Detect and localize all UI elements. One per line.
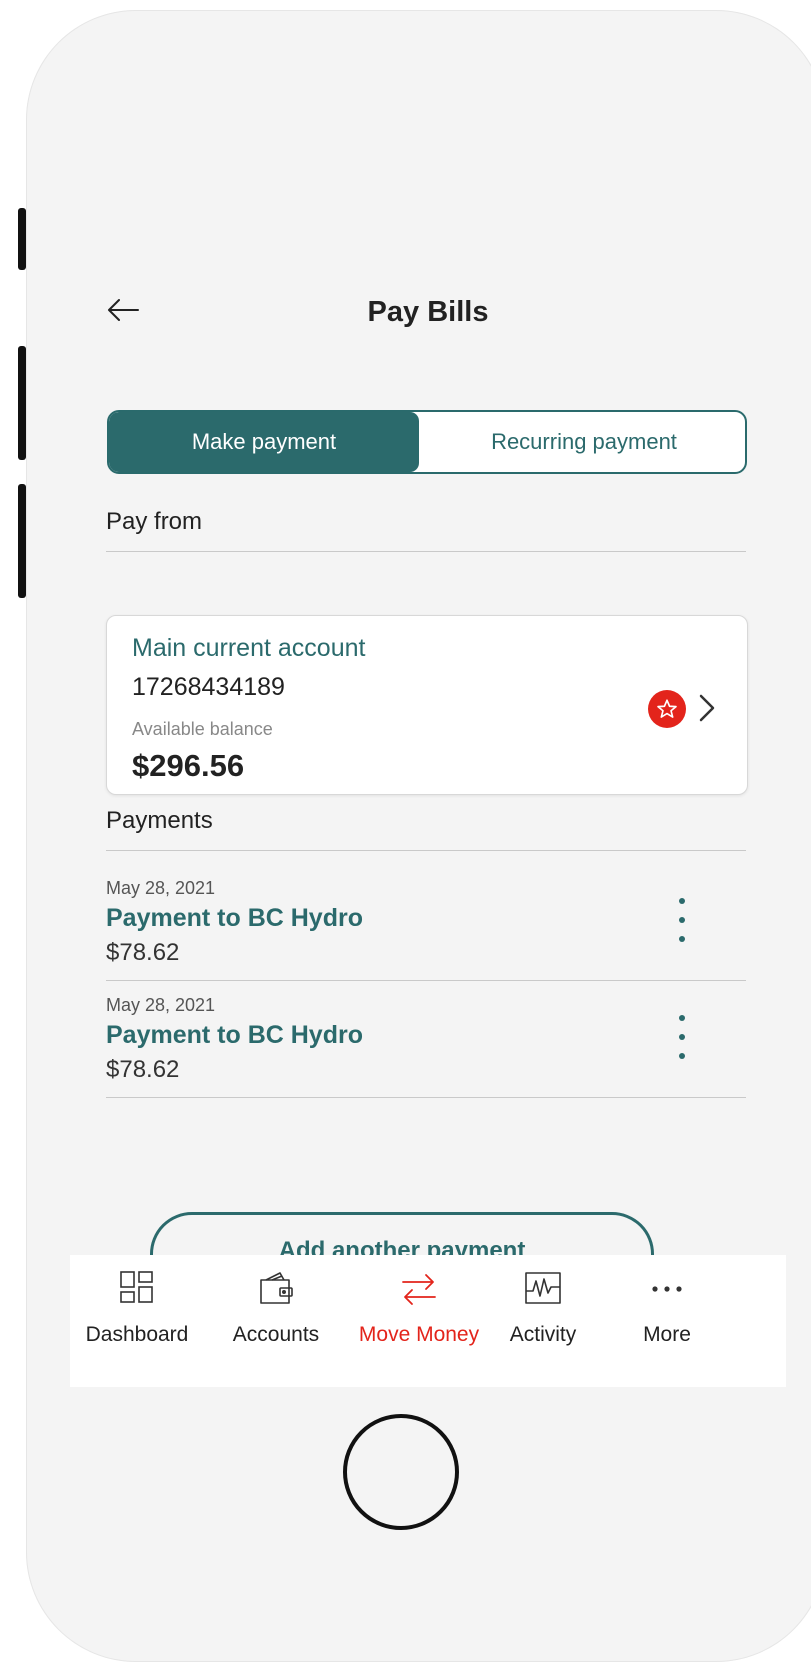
pay-from-label: Pay from [106,508,203,535]
transfer-icon [402,1274,436,1305]
payment-amount: $78.62 [106,939,180,966]
tab-more[interactable]: More [597,1255,737,1387]
more-options-icon[interactable] [672,1015,692,1059]
payment-title[interactable]: Payment to BC Hydro [106,904,363,933]
tab-label: Activity [509,1323,577,1346]
payment-amount: $78.62 [106,1056,180,1083]
activity-icon [525,1272,561,1304]
payment-date: May 28, 2021 [106,878,216,898]
tab-accounts[interactable]: Accounts [206,1255,346,1387]
page-title: Pay Bills [367,296,489,328]
payment-divider [106,980,746,981]
tab-label: More [643,1323,691,1346]
tab-dashboard[interactable]: Dashboard [70,1255,207,1387]
payment-item: May 28, 2021 Payment to BC Hydro $78.62 [106,995,746,1105]
pay-from-divider [106,551,746,552]
payments-divider [106,850,746,851]
volume-up-button[interactable] [18,346,26,460]
tab-label: Accounts [232,1323,320,1346]
balance-amount: $296.56 [132,748,245,783]
wallet-icon [260,1272,293,1304]
more-options-icon[interactable] [672,898,692,942]
tab-activity[interactable]: Activity [473,1255,613,1387]
star-icon [648,690,686,728]
balance-label: Available balance [132,719,273,739]
more-icon [652,1286,682,1292]
tab-label: Dashboard [85,1323,189,1346]
account-card[interactable]: Main current account 17268434189 Availab… [106,615,748,795]
volume-down-button[interactable] [18,484,26,598]
tab-make-payment[interactable]: Make payment [109,412,419,472]
tab-move-money[interactable]: Move Money [349,1255,489,1387]
account-name: Main current account [132,634,366,662]
bottom-tab-bar: Dashboard Accounts Move Money Activity M… [70,1255,786,1387]
tab-recurring-payment[interactable]: Recurring payment [419,412,745,472]
app-screen: Pay Bills Make payment Recurring payment… [70,210,786,1475]
dashboard-icon [120,1271,153,1303]
payment-item: May 28, 2021 Payment to BC Hydro $78.62 [106,878,746,988]
tab-label: Move Money [358,1323,480,1346]
payment-date: May 28, 2021 [106,995,216,1015]
payment-title[interactable]: Payment to BC Hydro [106,1021,363,1050]
home-button[interactable] [343,1414,459,1530]
chevron-right-icon[interactable] [697,690,717,726]
payments-label: Payments [106,807,213,834]
account-number: 17268434189 [132,673,285,701]
silent-switch[interactable] [18,208,26,270]
payment-type-toggle: Make payment Recurring payment [107,410,747,474]
payment-divider [106,1097,746,1098]
